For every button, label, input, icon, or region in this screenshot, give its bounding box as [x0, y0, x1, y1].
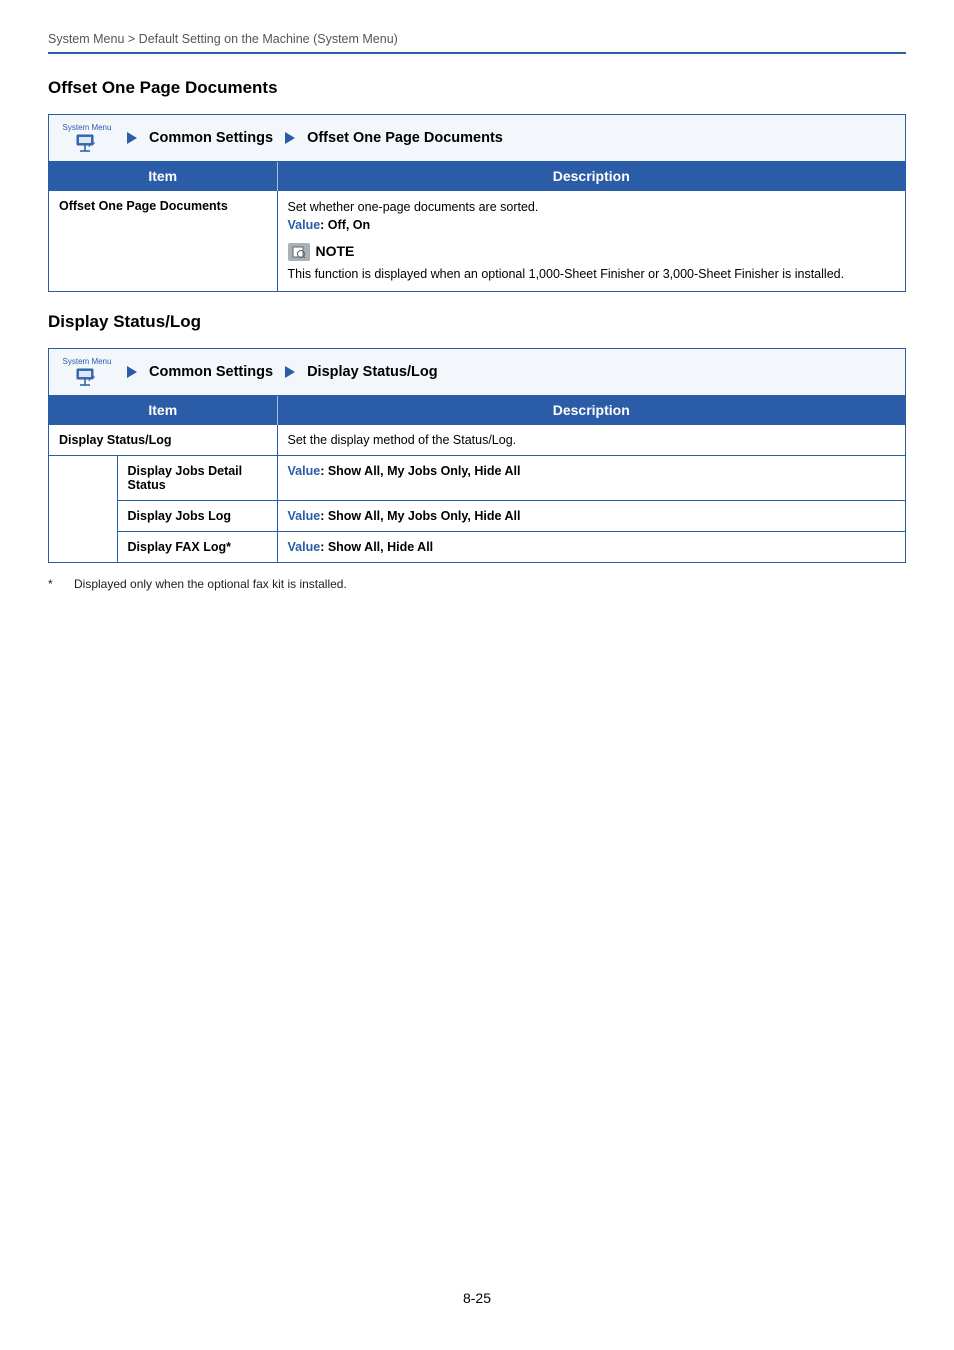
chevron-icon	[125, 364, 139, 380]
breadcrumb-level1: Common Settings	[149, 364, 273, 380]
value-label: Value	[288, 540, 321, 554]
value-text: : Show All, My Jobs Only, Hide All	[320, 464, 520, 478]
value-text: : Show All, Hide All	[320, 540, 433, 554]
chevron-icon	[283, 364, 297, 380]
panel-offset: System Menu Common Settings Offset One P…	[48, 114, 906, 292]
cell-description: Set the display method of the Status/Log…	[277, 425, 905, 456]
th-description: Description	[277, 162, 905, 191]
note-icon	[288, 243, 310, 261]
chevron-icon	[283, 130, 297, 146]
cell-subitem: Display Jobs Detail Status	[117, 456, 277, 501]
breadcrumb-level2: Offset One Page Documents	[307, 130, 503, 146]
panel-displaystatus: System Menu Common Settings Display Stat…	[48, 348, 906, 563]
desc-text: Set whether one-page documents are sorte…	[288, 200, 539, 214]
cell-subitem: Display Jobs Log	[117, 501, 277, 532]
cell-description: Value: Show All, Hide All	[277, 532, 905, 563]
value-label: Value	[288, 464, 321, 478]
value-label: Value	[288, 509, 321, 523]
section-title-displaystatus: Display Status/Log	[48, 312, 906, 332]
cell-subitem: Display FAX Log*	[117, 532, 277, 563]
table-offset: Item Description Offset One Page Documen…	[49, 162, 905, 291]
cell-description: Value: Show All, My Jobs Only, Hide All	[277, 501, 905, 532]
system-menu-icon: System Menu	[59, 357, 115, 387]
panel-breadcrumb-displaystatus: System Menu Common Settings Display Stat…	[49, 349, 905, 396]
chevron-icon	[125, 130, 139, 146]
system-menu-icon: System Menu	[59, 123, 115, 153]
note-label: NOTE	[316, 242, 355, 262]
breadcrumb-level1: Common Settings	[149, 130, 273, 146]
th-item: Item	[49, 162, 277, 191]
th-description: Description	[277, 396, 905, 425]
cell-description: Set whether one-page documents are sorte…	[277, 191, 905, 292]
cell-item: Display Status/Log	[49, 425, 277, 456]
value-text: : Show All, My Jobs Only, Hide All	[320, 509, 520, 523]
breadcrumb-header: System Menu > Default Setting on the Mac…	[48, 32, 906, 54]
panel-breadcrumb-offset: System Menu Common Settings Offset One P…	[49, 115, 905, 162]
section-title-offset: Offset One Page Documents	[48, 78, 906, 98]
value-label: Value	[288, 218, 321, 232]
footnote-text: Displayed only when the optional fax kit…	[74, 577, 347, 591]
value-text: : Off, On	[320, 218, 370, 232]
page-number: 8-25	[0, 1290, 954, 1306]
breadcrumb-level2: Display Status/Log	[307, 364, 438, 380]
cell-item: Offset One Page Documents	[49, 191, 277, 292]
table-displaystatus: Item Description Display Status/Log Set …	[49, 396, 905, 562]
cell-description: Value: Show All, My Jobs Only, Hide All	[277, 456, 905, 501]
footnote: * Displayed only when the optional fax k…	[48, 577, 906, 591]
cell-empty	[49, 456, 117, 563]
note-body: This function is displayed when an optio…	[288, 267, 845, 281]
th-item: Item	[49, 396, 277, 425]
footnote-asterisk: *	[48, 577, 58, 591]
